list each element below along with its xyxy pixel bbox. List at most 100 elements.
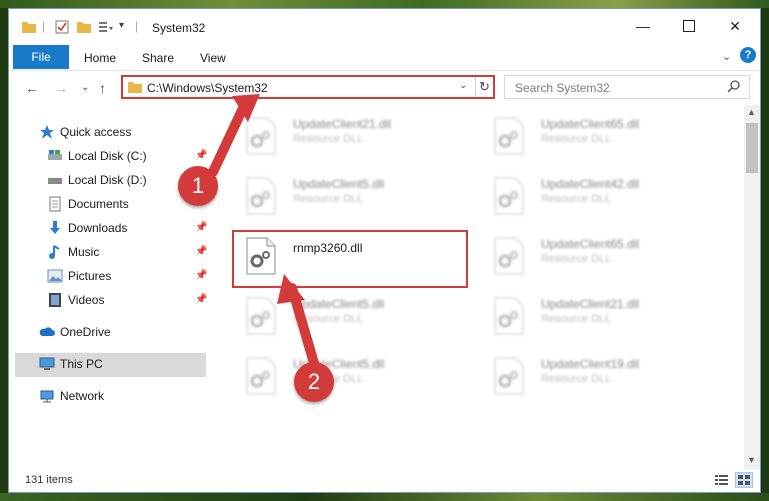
sidebar-item-videos[interactable]: Videos bbox=[47, 289, 104, 311]
file-name: UpdateClient21.dll bbox=[293, 117, 392, 131]
ribbon: File Home Share View ⌄ ? bbox=[9, 43, 760, 71]
cloud-icon bbox=[39, 324, 55, 340]
scroll-thumb[interactable] bbox=[746, 123, 758, 173]
dll-file-icon bbox=[246, 117, 276, 155]
file-name: UpdateClient65.dll bbox=[541, 237, 640, 251]
file-item[interactable]: UpdateClient5.dll Resource DLL bbox=[223, 171, 453, 223]
sidebar-item-label: Videos bbox=[68, 293, 105, 307]
desktop-background-bottom bbox=[0, 493, 769, 501]
maximize-button[interactable] bbox=[666, 9, 712, 43]
sidebar-item-label: This PC bbox=[60, 357, 103, 371]
refresh-icon[interactable]: ↻ bbox=[479, 79, 490, 95]
address-bar[interactable]: C:\Windows\System32 ⌄ ↻ bbox=[121, 75, 495, 99]
up-arrow-icon[interactable]: ↑ bbox=[99, 80, 106, 96]
sidebar-item-label: Downloads bbox=[68, 221, 128, 235]
new-folder-icon[interactable] bbox=[76, 20, 92, 34]
file-type: Resource DLL bbox=[541, 373, 612, 385]
close-icon: ✕ bbox=[729, 17, 741, 34]
file-type: Resource DLL bbox=[293, 313, 364, 325]
sidebar-item-music[interactable]: Music bbox=[47, 241, 99, 263]
file-item[interactable]: UpdateClient21.dll Resource DLL bbox=[471, 291, 701, 343]
sidebar-item-label: OneDrive bbox=[60, 325, 111, 339]
file-name: UpdateClient42.dll bbox=[541, 177, 640, 191]
sidebar-item-label: Pictures bbox=[68, 269, 112, 283]
file-item[interactable]: UpdateClient65.dll Resource DLL bbox=[471, 111, 701, 163]
sidebar-item-pictures[interactable]: Pictures bbox=[47, 265, 111, 287]
sidebar-item-label: Documents bbox=[68, 197, 129, 211]
search-icon[interactable] bbox=[727, 79, 741, 93]
customize-qat-icon[interactable] bbox=[98, 20, 114, 34]
file-item[interactable]: UpdateClient19.dll Resource DLL bbox=[471, 351, 701, 403]
tab-home[interactable]: Home bbox=[84, 51, 116, 65]
star-icon bbox=[39, 124, 55, 140]
pin-icon: 📌 bbox=[195, 270, 208, 281]
recent-locations-icon[interactable]: ⌄ bbox=[81, 82, 89, 93]
step-2-badge: 2 bbox=[294, 362, 334, 402]
file-item[interactable]: UpdateClient21.dll Resource DLL bbox=[223, 111, 453, 163]
back-arrow-icon[interactable]: ← bbox=[25, 80, 39, 96]
file-item[interactable]: UpdateClient42.dll Resource DLL bbox=[471, 171, 701, 223]
file-name: UpdateClient5.dll bbox=[293, 297, 385, 311]
vertical-scrollbar[interactable]: ▲ ▼ bbox=[744, 105, 760, 469]
expand-ribbon-icon[interactable]: ⌄ bbox=[722, 50, 731, 63]
dll-file-icon bbox=[246, 357, 276, 395]
forward-arrow-icon[interactable]: → bbox=[54, 80, 68, 96]
dll-file-icon bbox=[494, 357, 524, 395]
dll-file-icon bbox=[494, 237, 524, 275]
file-name: UpdateClient5.dll bbox=[293, 177, 385, 191]
dll-file-icon bbox=[246, 297, 276, 335]
file-item[interactable]: UpdateClient5.dll Resource DLL bbox=[223, 291, 453, 343]
sidebar-item-network[interactable]: Network bbox=[39, 385, 104, 407]
file-type: Resource DLL bbox=[541, 133, 612, 145]
properties-icon[interactable] bbox=[55, 20, 69, 34]
tab-view[interactable]: View bbox=[200, 51, 226, 65]
file-type: Resource DLL bbox=[541, 193, 612, 205]
sidebar-item-downloads[interactable]: Downloads bbox=[47, 217, 127, 239]
file-highlight-box bbox=[232, 230, 468, 288]
folder-icon bbox=[128, 82, 142, 93]
dll-file-icon bbox=[494, 297, 524, 335]
pin-icon: 📌 bbox=[195, 150, 208, 161]
sidebar-item-documents[interactable]: Documents bbox=[47, 193, 129, 215]
pictures-icon bbox=[47, 268, 63, 284]
pin-icon: 📌 bbox=[195, 294, 208, 305]
file-name: UpdateClient21.dll bbox=[541, 297, 640, 311]
help-icon[interactable]: ? bbox=[740, 47, 756, 63]
tab-share[interactable]: Share bbox=[142, 51, 174, 65]
file-type: Resource DLL bbox=[293, 133, 364, 145]
download-icon bbox=[47, 220, 63, 236]
sidebar-item-local-disk-c[interactable]: Local Disk (C:) bbox=[47, 145, 147, 167]
sidebar-item-local-disk-d[interactable]: Local Disk (D:) bbox=[47, 169, 147, 191]
address-path[interactable]: C:\Windows\System32 bbox=[147, 81, 268, 95]
file-item[interactable]: UpdateClient65.dll Resource DLL bbox=[471, 231, 701, 283]
file-type: Resource DLL bbox=[541, 253, 612, 265]
window-title: System32 bbox=[152, 21, 206, 35]
close-button[interactable]: ✕ bbox=[712, 9, 758, 43]
qat-dropdown-icon[interactable]: ▾ bbox=[119, 20, 124, 31]
music-icon bbox=[47, 244, 63, 260]
maximize-icon bbox=[683, 20, 695, 32]
sidebar-item-label: Network bbox=[60, 389, 105, 403]
file-type: Resource DLL bbox=[293, 193, 364, 205]
large-icons-view-icon[interactable] bbox=[735, 472, 753, 488]
tab-file[interactable]: File bbox=[13, 45, 69, 69]
sidebar-item-quick-access[interactable]: Quick access bbox=[39, 121, 131, 143]
scroll-up-icon[interactable]: ▲ bbox=[747, 107, 756, 117]
sidebar-item-onedrive[interactable]: OneDrive bbox=[39, 321, 111, 343]
address-dropdown-icon[interactable]: ⌄ bbox=[459, 80, 467, 91]
search-input[interactable]: Search System32 bbox=[504, 75, 750, 99]
sidebar-item-label: Local Disk (C:) bbox=[68, 149, 147, 163]
scroll-down-icon[interactable]: ▼ bbox=[747, 455, 756, 465]
details-view-icon[interactable] bbox=[714, 473, 730, 487]
file-type: Resource DLL bbox=[541, 313, 612, 325]
address-divider bbox=[475, 77, 476, 97]
title-bar: | ▾ | System32 — ✕ bbox=[9, 9, 760, 43]
minimize-button[interactable]: — bbox=[620, 9, 666, 43]
search-placeholder: Search System32 bbox=[515, 81, 610, 95]
step-1-badge: 1 bbox=[178, 166, 218, 206]
drive-icon bbox=[47, 172, 63, 188]
navigation-bar: ← → ⌄ ↑ C:\Windows\System32 ⌄ ↻ Search S… bbox=[9, 71, 760, 105]
file-item[interactable]: UpdateClient5.dll Resource DLL bbox=[223, 351, 453, 403]
sidebar-item-this-pc[interactable]: This PC bbox=[39, 353, 103, 375]
drive-icon bbox=[47, 148, 63, 164]
